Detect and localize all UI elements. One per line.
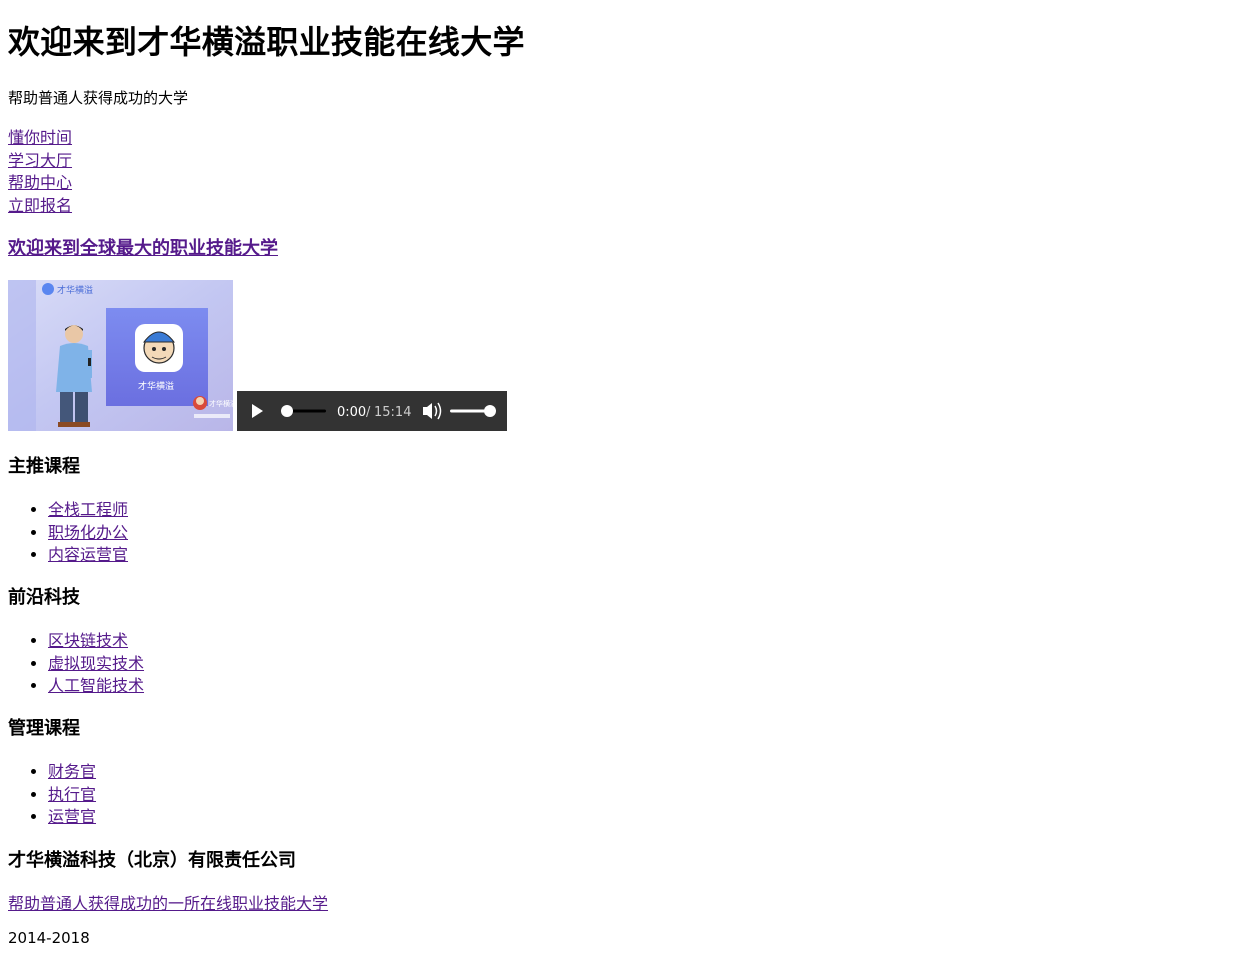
play-icon[interactable] xyxy=(245,399,269,423)
list-item: 职场化办公 xyxy=(48,522,128,545)
section-management-courses: 管理课程 财务官 执行官 运营官 xyxy=(8,717,96,829)
list-item: 虚拟现实技术 xyxy=(48,653,144,676)
progress-slider[interactable] xyxy=(281,405,326,417)
video-corner-logo: 才华横溢 xyxy=(193,396,233,418)
list-item: 人工智能技术 xyxy=(48,675,144,698)
nav-link-dongni-time[interactable]: 懂你时间 xyxy=(8,127,72,150)
volume-slider[interactable] xyxy=(450,405,496,417)
course-list: 区块链技术 虚拟现实技术 人工智能技术 xyxy=(8,630,144,698)
course-link[interactable]: 全栈工程师 xyxy=(48,500,128,519)
current-time: 0:00 xyxy=(337,405,366,420)
course-link[interactable]: 虚拟现实技术 xyxy=(48,654,144,673)
video-scene-illustration: 才华横溢 才华横溢 才华横溢 xyxy=(8,280,233,431)
nav-link-help-center[interactable]: 帮助中心 xyxy=(8,172,72,195)
company-name: 才华横溢科技（北京）有限责任公司 xyxy=(8,850,296,871)
section-frontier-tech: 前沿科技 区块链技术 虚拟现实技术 人工智能技术 xyxy=(8,586,144,698)
nav-link-study-hall[interactable]: 学习大厅 xyxy=(8,150,72,173)
audio-player: 0:00 / 15:14 xyxy=(237,391,507,431)
page-title: 欢迎来到才华横溢职业技能在线大学 xyxy=(8,23,525,61)
main-nav: 懂你时间 学习大厅 帮助中心 立即报名 xyxy=(8,127,72,217)
list-item: 内容运营官 xyxy=(48,544,128,567)
list-item: 执行官 xyxy=(48,784,96,807)
section-featured-courses: 主推课程 全栈工程师 职场化办公 内容运营官 xyxy=(8,455,128,567)
list-item: 区块链技术 xyxy=(48,630,144,653)
volume-thumb[interactable] xyxy=(484,405,496,417)
app-icon-label: 才华横溢 xyxy=(138,380,174,392)
section-title: 前沿科技 xyxy=(8,587,80,608)
footer-tagline-link[interactable]: 帮助普通人获得成功的一所在线职业技能大学 xyxy=(8,893,328,915)
course-list: 财务官 执行官 运营官 xyxy=(8,761,96,829)
page-subtitle: 帮助普通人获得成功的大学 xyxy=(8,89,189,107)
progress-thumb[interactable] xyxy=(281,405,293,417)
video-thumbnail[interactable]: 才华横溢 才华横溢 才华横溢 xyxy=(8,280,233,431)
course-link[interactable]: 执行官 xyxy=(48,785,96,804)
course-link[interactable]: 运营官 xyxy=(48,807,96,826)
time-separator: / xyxy=(366,405,371,420)
section-title: 主推课程 xyxy=(8,456,80,477)
list-item: 全栈工程师 xyxy=(48,499,128,522)
course-link[interactable]: 人工智能技术 xyxy=(48,676,144,695)
svg-text:才华横溢: 才华横溢 xyxy=(57,284,93,296)
course-link[interactable]: 内容运营官 xyxy=(48,545,128,564)
list-item: 运营官 xyxy=(48,806,96,829)
list-item: 财务官 xyxy=(48,761,96,784)
course-link[interactable]: 财务官 xyxy=(48,762,96,781)
section-title: 管理课程 xyxy=(8,718,80,739)
course-link[interactable]: 职场化办公 xyxy=(48,523,128,542)
nav-link-enroll-now[interactable]: 立即报名 xyxy=(8,195,72,218)
copyright: 2014-2018 xyxy=(8,929,90,947)
welcome-link[interactable]: 欢迎来到全球最大的职业技能大学 xyxy=(8,237,278,261)
volume-icon[interactable] xyxy=(423,402,442,420)
course-link[interactable]: 区块链技术 xyxy=(48,631,128,650)
course-list: 全栈工程师 职场化办公 内容运营官 xyxy=(8,499,128,567)
duration: 15:14 xyxy=(374,405,411,420)
svg-text:才华横溢: 才华横溢 xyxy=(209,399,233,408)
